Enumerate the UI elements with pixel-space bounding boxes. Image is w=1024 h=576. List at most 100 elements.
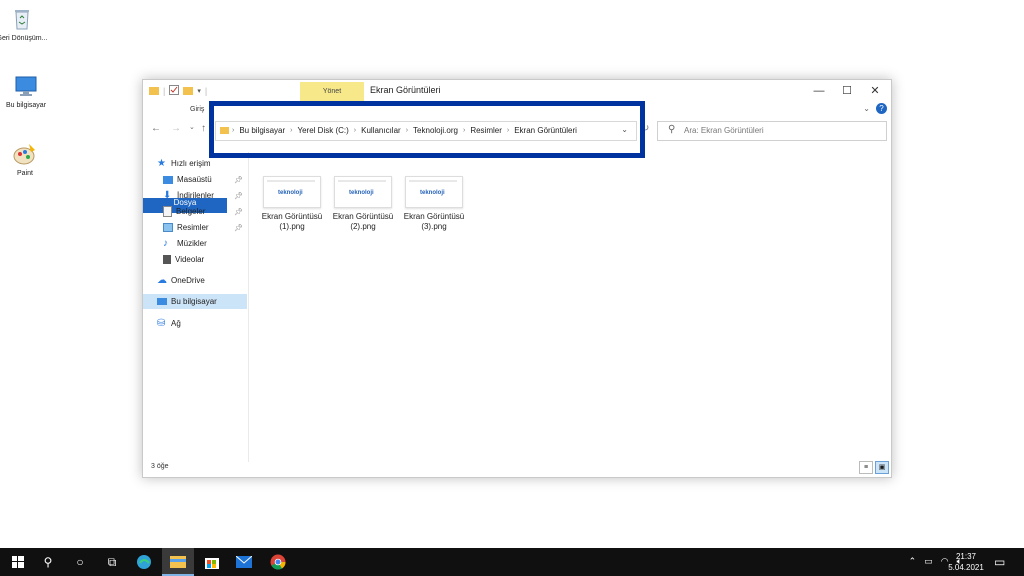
folder-icon [149, 86, 159, 97]
store-icon [205, 558, 219, 569]
file-item[interactable]: teknoloji Ekran Görüntüsü (1).png [257, 176, 327, 232]
sidebar-item-downloads[interactable]: ⬇ İndirilenler 📌︎ [163, 188, 247, 203]
sidebar-item-quick-access[interactable]: ★ Hızlı erişim [157, 156, 261, 171]
mail-icon [236, 556, 252, 568]
sidebar-item-pictures[interactable]: Resimler 📌︎ [163, 220, 247, 235]
star-icon: ★ [157, 157, 166, 169]
window-title: Ekran Görüntüleri [370, 85, 441, 95]
show-hidden-icons-icon[interactable]: ⌃ [909, 556, 917, 567]
thumbnail-logo: teknoloji [278, 190, 303, 196]
task-view-button[interactable]: ⧉ [96, 548, 128, 576]
sidebar-item-label: Resimler [177, 223, 209, 232]
clock[interactable]: 21:37 5.04.2021 [948, 551, 984, 573]
desktop-icon-label: Geri Dönüşüm... [0, 35, 48, 42]
file-name-line1: Ekran Görüntüsü [332, 212, 394, 221]
image-thumbnail: teknoloji [405, 176, 463, 208]
file-name-line1: Ekran Görüntüsü [403, 212, 465, 221]
large-icons-view-icon[interactable]: ▣ [875, 461, 889, 474]
sidebar-item-this-pc[interactable]: Bu bilgisayar [143, 294, 247, 309]
taskbar-edge[interactable] [128, 548, 160, 576]
start-button[interactable] [2, 548, 34, 576]
search-icon: ⚲ [668, 124, 676, 135]
sidebar-item-network[interactable]: ⛁ Ağ [157, 316, 247, 331]
forward-arrow-icon[interactable]: → [171, 123, 181, 134]
videos-icon [163, 255, 171, 264]
task-view-icon: ⧉ [107, 554, 117, 569]
sidebar-item-videos[interactable]: Videolar [163, 252, 247, 267]
search-button[interactable]: ⚲ [32, 548, 64, 576]
quick-access-toolbar: | ▾ | [149, 85, 207, 97]
back-arrow-icon[interactable]: ← [151, 123, 161, 134]
search-placeholder: Ara: Ekran Görüntüleri [684, 126, 764, 135]
file-name-line2: (3).png [421, 222, 447, 231]
expand-ribbon-icon[interactable]: ⌄ [863, 104, 870, 113]
desktop-icon-this-pc[interactable]: Bu bilgisayar [0, 72, 56, 110]
sidebar-item-label: Müzikler [177, 239, 207, 248]
view-switcher: ≡ ▣ [859, 461, 889, 474]
tab-manage[interactable]: Yönet [300, 82, 364, 102]
search-icon: ⚲ [43, 555, 53, 569]
clock-time: 21:37 [955, 552, 977, 561]
image-thumbnail: teknoloji [263, 176, 321, 208]
windows-logo-icon [12, 556, 24, 568]
ribbon-controls: ⌄ ? [863, 103, 887, 114]
pin-icon[interactable]: 📌︎ [234, 192, 243, 200]
sidebar-item-documents[interactable]: Belgeler 📌︎ [163, 204, 247, 219]
search-input[interactable]: ⚲ Ara: Ekran Görüntüleri [657, 121, 887, 141]
clock-date: 5.04.2021 [948, 563, 984, 572]
taskbar-mail[interactable] [228, 548, 260, 576]
sidebar-item-onedrive[interactable]: ☁ OneDrive [157, 273, 247, 288]
edge-icon [137, 555, 151, 569]
taskbar-file-explorer[interactable] [162, 548, 194, 576]
tab-home[interactable]: Giriş [183, 102, 211, 117]
thumbnail-logo: teknoloji [420, 190, 445, 196]
cloud-icon: ☁ [157, 274, 167, 286]
recent-locations-icon[interactable]: ⌄ [189, 123, 195, 131]
status-bar-item-count: 3 öğe [151, 463, 169, 470]
recycle-bin-icon [8, 5, 36, 33]
desktop-icon-paint[interactable]: Paint [0, 140, 55, 178]
properties-icon[interactable] [169, 85, 180, 97]
file-name-line1: Ekran Görüntüsü [261, 212, 323, 221]
pin-icon[interactable]: 📌︎ [234, 224, 243, 232]
taskbar-store[interactable] [196, 548, 228, 576]
pictures-icon [163, 223, 173, 232]
battery-icon[interactable]: ▭ [924, 556, 933, 567]
file-item[interactable]: teknoloji Ekran Görüntüsü (3).png [399, 176, 469, 232]
maximize-button[interactable]: ☐ [833, 80, 861, 102]
music-icon: ♪ [163, 237, 168, 249]
close-button[interactable]: ✕ [861, 80, 889, 102]
pin-icon[interactable]: 📌︎ [234, 176, 243, 184]
desktop-icon-label: Bu bilgisayar [5, 102, 47, 109]
sidebar-item-label: Masaüstü [177, 175, 212, 184]
customize-toolbar-icon[interactable]: ▾ [197, 87, 201, 95]
sidebar-item-music[interactable]: ♪ Müzikler [163, 236, 247, 251]
cortana-icon: ○ [76, 555, 84, 569]
desktop-icon [163, 175, 173, 184]
computer-icon [12, 72, 40, 100]
toolbar-separator: | [204, 86, 208, 96]
documents-icon [163, 206, 172, 217]
new-folder-icon[interactable] [183, 86, 194, 97]
file-explorer-icon [170, 556, 186, 568]
up-arrow-icon[interactable]: ↑ [201, 123, 206, 134]
help-icon[interactable]: ? [876, 103, 887, 114]
network-icon: ⛁ [157, 317, 166, 329]
sidebar-item-label: İndirilenler [177, 191, 214, 200]
toolbar-separator: | [163, 86, 166, 96]
download-icon: ⬇ [163, 189, 172, 201]
minimize-button[interactable]: — [805, 80, 833, 102]
sidebar-item-desktop[interactable]: Masaüstü 📌︎ [163, 172, 247, 187]
pin-icon[interactable]: 📌︎ [234, 208, 243, 216]
sidebar-item-label: OneDrive [171, 276, 205, 285]
file-item[interactable]: teknoloji Ekran Görüntüsü (2).png [328, 176, 398, 232]
thumbnail-logo: teknoloji [349, 190, 374, 196]
taskbar-chrome[interactable] [262, 548, 294, 576]
details-view-icon[interactable]: ≡ [859, 461, 873, 474]
notification-center-icon[interactable]: ▭ [994, 555, 1005, 569]
cortana-button[interactable]: ○ [64, 548, 96, 576]
taskbar: ⚲ ○ ⧉ ⌃ ▭ ◠ 🔈︎ 21:37 5.04.2021 ▭ [0, 548, 1024, 576]
file-name-line2: (2).png [350, 222, 376, 231]
desktop-icon-recycle-bin[interactable]: Geri Dönüşüm... [0, 5, 52, 43]
sidebar-item-label: Belgeler [176, 207, 206, 216]
